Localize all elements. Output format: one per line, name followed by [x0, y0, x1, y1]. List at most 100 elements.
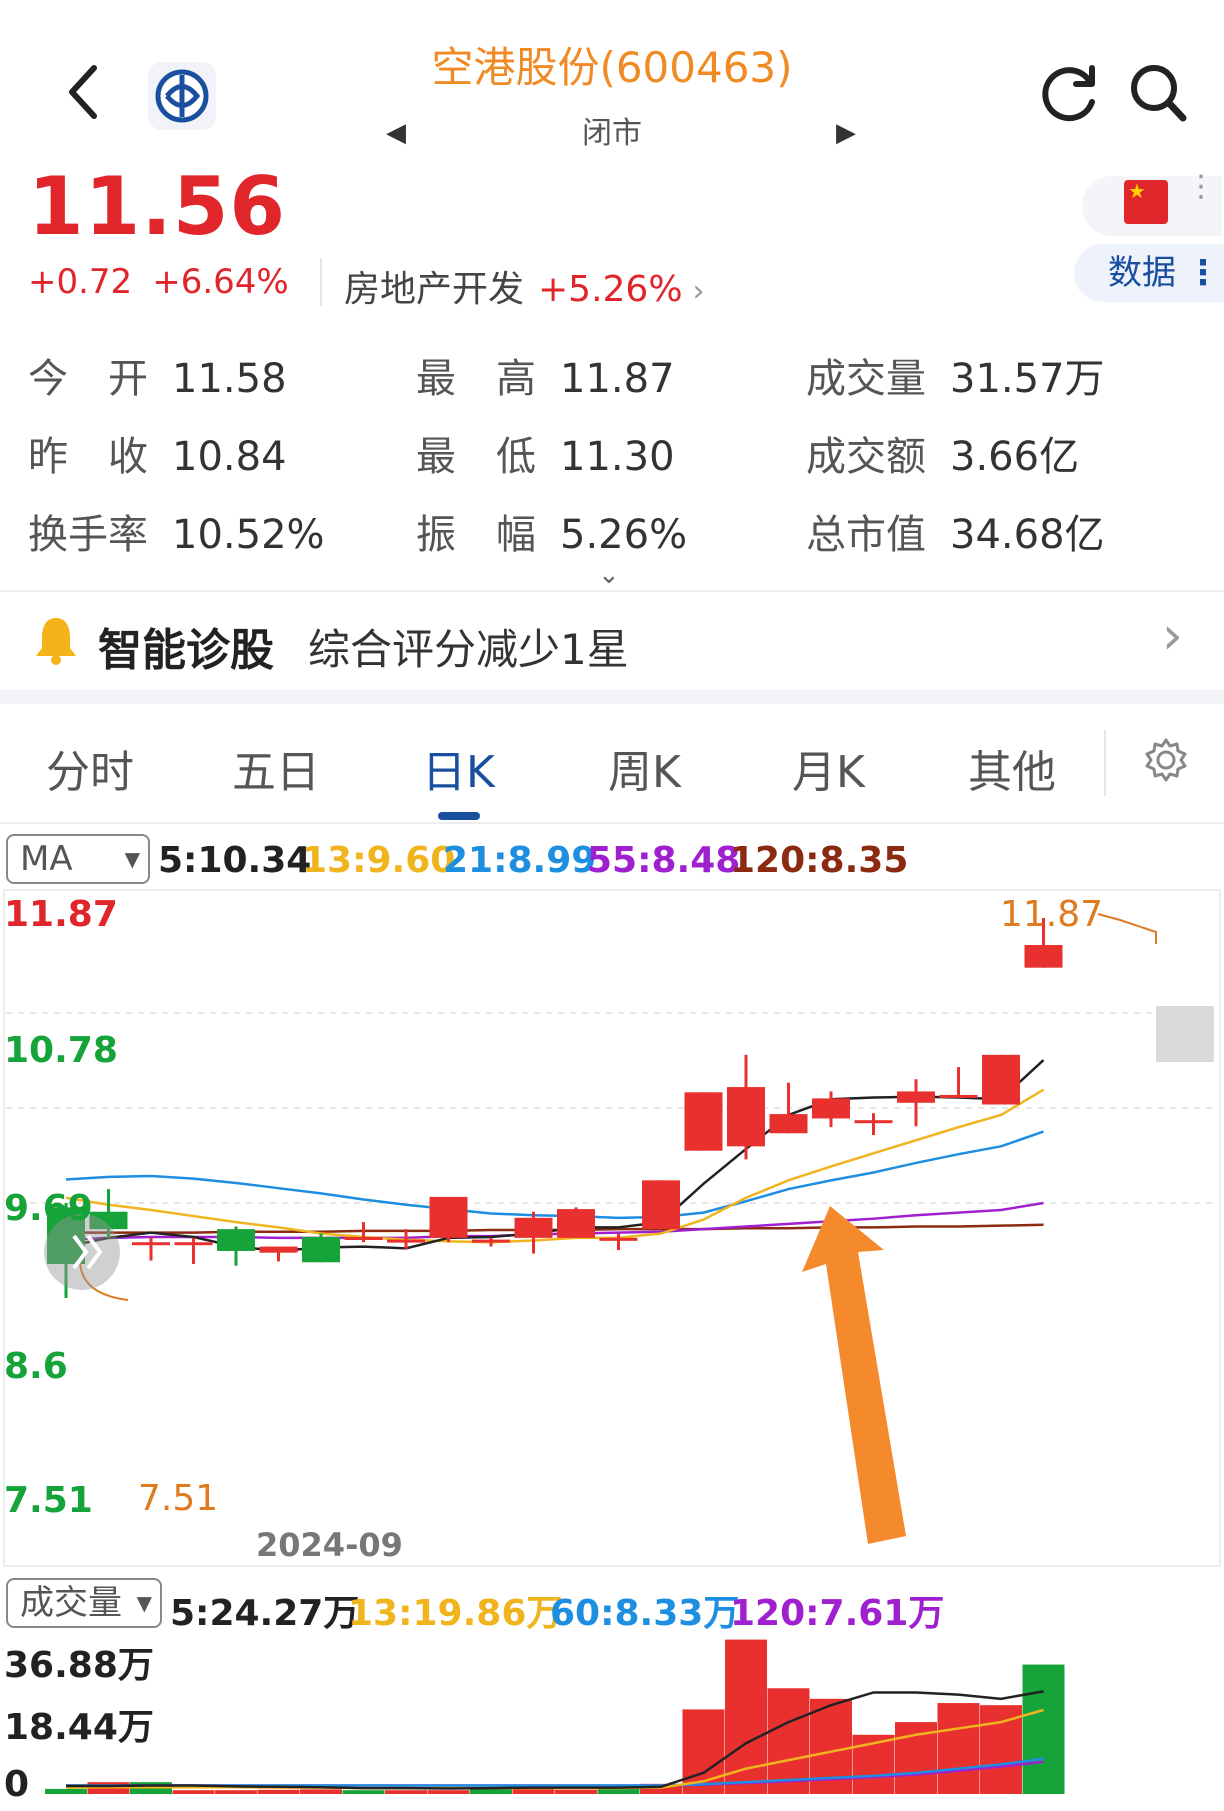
volume-bar	[172, 1790, 215, 1794]
candle-body	[897, 1091, 935, 1103]
vol-ma120-value: 120:7.61万	[730, 1593, 945, 1634]
volume-bar	[1022, 1664, 1065, 1794]
data-button[interactable]: 数据 ⋮	[1074, 244, 1224, 302]
stat-prev-close: 昨 收 10.84	[28, 434, 287, 480]
moving-average-line	[65, 1130, 1044, 1220]
vol-ma13-value: 13:19.86万	[348, 1593, 563, 1634]
expand-chevron-icon[interactable]: ⌄	[598, 560, 620, 590]
more-dots-icon: ⋮	[1186, 253, 1220, 293]
volume-axis-zero: 0	[4, 1764, 30, 1805]
refresh-button[interactable]	[1040, 62, 1102, 128]
candle-body	[387, 1239, 425, 1243]
chevron-right-icon: ›	[692, 274, 705, 309]
volume-bar	[937, 1703, 980, 1794]
settings-button[interactable]	[1142, 736, 1190, 788]
ma21-value: 21:8.99	[443, 840, 597, 881]
dropdown-caret-icon: ▼	[136, 1591, 152, 1615]
tab-daily-k[interactable]: 日K	[422, 736, 495, 800]
y-axis-label: 8.6	[4, 1346, 68, 1387]
sector-name: 房地产开发	[344, 269, 525, 310]
change-percent: +6.64%	[152, 262, 289, 302]
ma-indicator-select[interactable]: MA ▼	[6, 834, 150, 884]
search-icon	[1131, 65, 1187, 122]
y-axis-label: 9.69	[4, 1188, 93, 1229]
volume-axis-mid: 18.44万	[4, 1707, 154, 1748]
volume-bar	[257, 1789, 300, 1794]
back-arrow-icon	[69, 65, 97, 119]
gear-icon	[1145, 738, 1187, 782]
volume-indicator-select[interactable]: 成交量 ▼	[6, 1578, 162, 1628]
more-dots-icon: ⋮	[1186, 169, 1216, 204]
candle-body	[344, 1236, 383, 1240]
y-axis-label: 10.78	[4, 1030, 118, 1071]
search-button[interactable]	[1128, 62, 1188, 128]
candle-body	[217, 1229, 255, 1251]
divider	[0, 822, 1224, 824]
next-stock-button[interactable]: ▶	[836, 118, 856, 148]
china-flag-icon: ★	[1124, 180, 1168, 224]
y-axis-bottom: 7.51	[4, 1480, 93, 1521]
stat-high: 最 高 11.87	[416, 356, 675, 402]
current-price: 11.56	[28, 160, 287, 253]
ma13-value: 13:9.60	[302, 840, 456, 881]
dropdown-caret-icon: ▼	[124, 847, 140, 871]
volume-bar	[385, 1790, 427, 1794]
tab-other[interactable]: 其他	[968, 736, 1056, 800]
stat-volume: 成交量 31.57万	[806, 356, 1105, 402]
tab-five-day[interactable]: 五日	[232, 736, 320, 800]
ma55-value: 55:8.48	[587, 840, 741, 881]
candle-body	[174, 1242, 213, 1246]
price-change: +0.72 +6.64%	[28, 262, 309, 302]
volume-select-label: 成交量	[20, 1583, 122, 1623]
volume-bar	[215, 1790, 257, 1794]
volume-axis-top: 36.88万	[4, 1645, 154, 1686]
alert-text[interactable]: 综合评分减少1星	[308, 616, 629, 677]
max-callout-leader	[1097, 913, 1157, 944]
min-price-callout: 7.51	[138, 1478, 219, 1519]
candle-body	[302, 1236, 340, 1263]
candle-body	[812, 1098, 850, 1119]
candle-body	[982, 1054, 1020, 1105]
company-logo	[148, 62, 216, 130]
tab-intraday[interactable]: 分时	[46, 736, 134, 800]
back-button[interactable]	[60, 62, 110, 122]
volume-bar	[555, 1789, 597, 1794]
volume-bar	[427, 1790, 470, 1794]
candle-body	[642, 1180, 680, 1230]
section-divider	[0, 690, 1224, 704]
bell-icon	[32, 614, 80, 670]
ma5-value: 5:10.34	[158, 840, 312, 881]
divider	[0, 590, 1224, 592]
vol-ma60-value: 60:8.33万	[550, 1593, 740, 1634]
stat-turnover-rate: 换手率 10.52%	[28, 512, 325, 558]
alert-title[interactable]: 智能诊股	[98, 614, 274, 678]
candle-body	[514, 1217, 553, 1238]
active-tab-indicator	[438, 812, 480, 820]
highlight-box	[1156, 1006, 1214, 1062]
tab-monthly-k[interactable]: 月K	[792, 736, 865, 800]
chevron-right-icon[interactable]: ›	[1162, 606, 1183, 666]
sector-link[interactable]: 房地产开发 +5.26% ›	[344, 260, 705, 312]
stat-amplitude: 振 幅 5.26%	[416, 512, 688, 558]
moving-average-line	[65, 1059, 1045, 1253]
candle-body	[429, 1196, 468, 1238]
candle-body	[939, 1094, 978, 1098]
candlestick-chart[interactable]	[0, 888, 1224, 1568]
candle-body	[684, 1092, 723, 1151]
max-price-callout: 11.87	[1000, 894, 1104, 935]
stat-market-cap: 总市值 34.68亿	[806, 512, 1105, 558]
stat-open: 今 开 11.58	[28, 356, 287, 402]
divider	[1104, 730, 1106, 796]
volume-bar	[725, 1639, 767, 1794]
refresh-icon	[1042, 65, 1095, 122]
stat-low: 最 低 11.30	[416, 434, 675, 480]
volume-chart[interactable]	[0, 1634, 1224, 1811]
candle-body	[727, 1087, 765, 1147]
tab-weekly-k[interactable]: 周K	[608, 736, 681, 800]
data-button-label: 数据	[1108, 253, 1176, 293]
divider	[320, 258, 322, 306]
airport-logo-icon	[155, 69, 209, 123]
x-axis-date: 2024-09	[256, 1526, 403, 1564]
candle-body	[1024, 945, 1063, 968]
orange-arrow-annotation	[802, 1206, 906, 1544]
